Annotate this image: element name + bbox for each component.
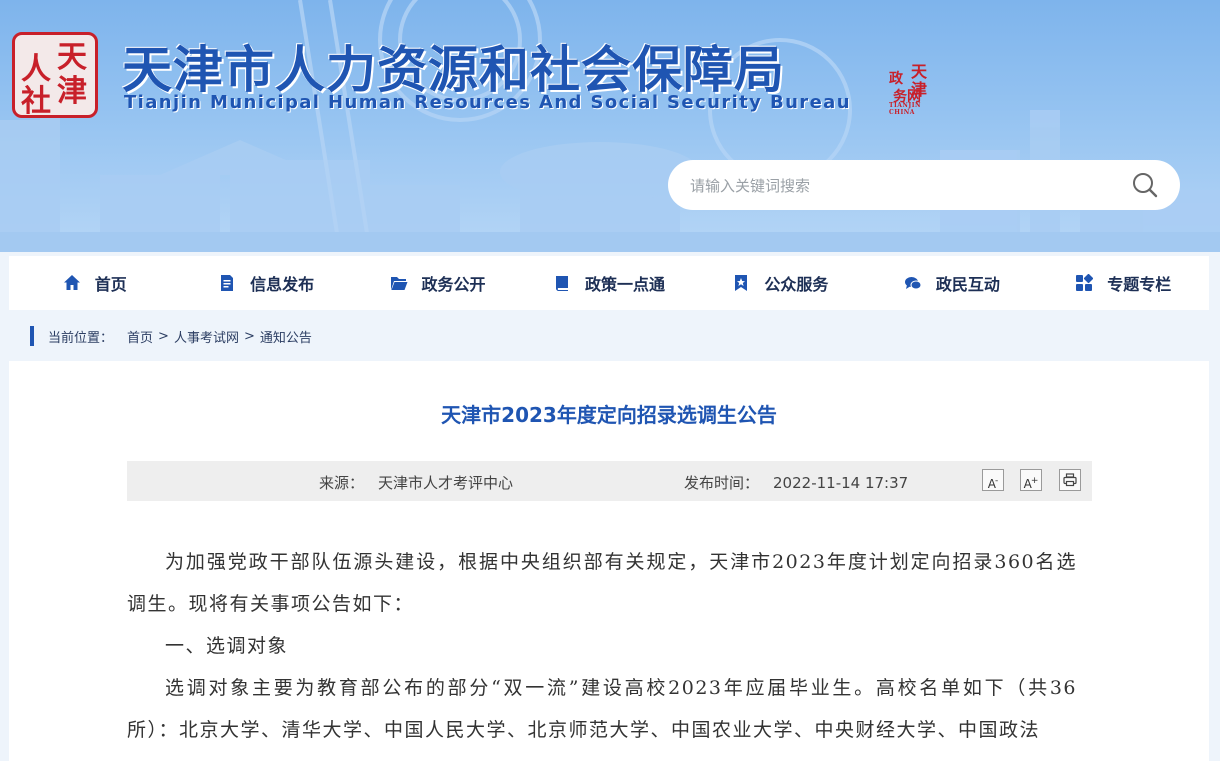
source-label: 来源： [319, 474, 365, 492]
minus-glyph: - [994, 476, 999, 486]
stamp-caption: TIANJIN CHINA [889, 102, 922, 116]
breadcrumb-link-notices[interactable]: 通知公告 [260, 327, 312, 346]
seal-char: 天 [57, 40, 87, 75]
seal-char: 津 [57, 74, 87, 109]
book-icon [555, 276, 568, 291]
time-label: 发布时间： [684, 474, 760, 492]
article-paragraph: 为加强党政干部队伍源头建设，根据中央组织部有关规定，天津市2023年度计划定向招… [127, 551, 1077, 615]
nav-item-label: 专题专栏 [1107, 275, 1172, 294]
search-input[interactable] [688, 173, 1112, 199]
article-meta-bar: 来源： 天津市人才考评中心 发布时间： 2022-11-14 17:37 A- A+ [127, 461, 1092, 501]
printer-icon [1063, 473, 1077, 487]
article-paragraph: 选调对象主要为教育部公布的部分“双一流”建设高校2023年应届毕业生。高校名单如… [127, 677, 1077, 741]
source-value: 天津市人才考评中心 [378, 474, 514, 492]
print-button[interactable] [1059, 469, 1081, 491]
grid-icon [1076, 274, 1094, 291]
nav-item-special-topics[interactable]: 专题专栏 [1038, 256, 1209, 310]
breadcrumb: 当前位置： 首页 > 人事考试网 > 通知公告 [30, 324, 312, 348]
font-decrease-button[interactable]: A- [982, 469, 1004, 491]
font-increase-button[interactable]: A+ [1020, 469, 1042, 491]
nav-item-label: 政民互动 [935, 275, 1000, 294]
star-bookmark-icon [735, 275, 748, 291]
article-section-heading: 一、选调对象 [165, 635, 289, 657]
nav-item-label: 政务公开 [421, 275, 486, 294]
time-value: 2022-11-14 17:37 [773, 474, 909, 492]
nav-item-label: 公众服务 [764, 275, 829, 294]
article-title: 天津市2023年度定向招录选调生公告 [441, 403, 777, 427]
search-icon[interactable] [1132, 172, 1158, 198]
article-panel: 天津市2023年度定向招录选调生公告 来源： 天津市人才考评中心 发布时间： 202… [9, 361, 1209, 761]
stamp-char: 政 [889, 71, 903, 87]
home-icon [63, 275, 80, 290]
search-box [668, 160, 1180, 210]
article-source: 来源： 天津市人才考评中心 [319, 472, 513, 493]
bureau-seal-logo: 人 天 社 津 [12, 32, 98, 118]
breadcrumb-marker [30, 326, 34, 346]
breadcrumb-separator: > [158, 328, 169, 344]
site-subtitle: Tianjin Municipal Human Resources And So… [124, 92, 851, 113]
nav-item-home[interactable]: 首页 [9, 256, 180, 310]
nav-item-info-release[interactable]: 信息发布 [180, 256, 351, 310]
nav-item-label: 信息发布 [250, 275, 315, 294]
article-body: 为加强党政干部队伍源头建设，根据中央组织部有关规定，天津市2023年度计划定向招… [127, 541, 1077, 751]
plus-glyph: + [1030, 476, 1039, 486]
seal-char: 人 [21, 52, 51, 87]
nav-item-public-service[interactable]: 公众服务 [695, 256, 866, 310]
breadcrumb-prefix: 当前位置： [48, 330, 114, 346]
breadcrumb-link-home[interactable]: 首页 [127, 327, 153, 346]
main-nav: 首页 信息发布 政务公开 政策一点通 公众服务 政民互动 专题专栏 [9, 256, 1209, 310]
chat-icon [904, 277, 922, 290]
article-publish-time: 发布时间： 2022-11-14 17:37 [684, 472, 908, 493]
nav-item-policy[interactable]: 政策一点通 [523, 256, 694, 310]
document-icon [221, 275, 234, 291]
tianjin-gov-stamp-logo: 天 政 津 务网 TIANJIN CHINA [889, 58, 937, 116]
folder-icon [390, 277, 408, 290]
breadcrumb-link-exam-site[interactable]: 人事考试网 [174, 327, 239, 346]
header-banner: 人 天 社 津 天津市人力资源和社会保障局 Tianjin Municipal … [0, 0, 1220, 252]
nav-item-label: 政策一点通 [584, 275, 665, 294]
breadcrumb-separator: > [243, 328, 255, 344]
seal-char: 社 [21, 84, 51, 119]
nav-item-gov-affairs[interactable]: 政务公开 [352, 256, 523, 310]
nav-item-interaction[interactable]: 政民互动 [866, 256, 1037, 310]
nav-item-label: 首页 [94, 275, 127, 294]
